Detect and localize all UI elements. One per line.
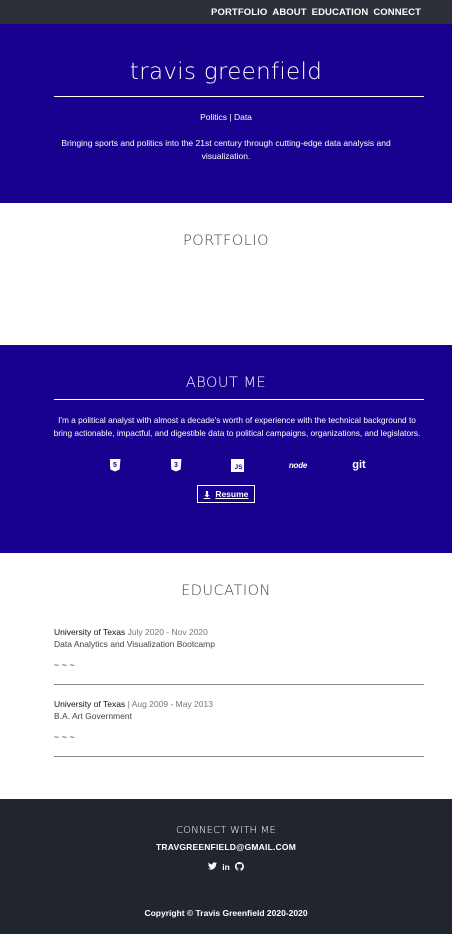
about-divider [54,399,424,400]
education-item: University of Texas | Aug 2009 - May 201… [54,698,424,757]
linkedin-icon[interactable]: in [222,862,230,873]
resume-download-button[interactable]: ⬇ Resume [196,485,256,503]
javascript-icon: JS [230,458,244,472]
skill-css: 3 [146,457,207,473]
education-squiggle: ~ ~ ~ [54,732,75,742]
twitter-icon[interactable] [208,862,218,873]
education-heading: University of Texas | Aug 2009 - May 201… [54,698,424,710]
about-section: ABOUT ME I'm a political analyst with al… [0,345,452,553]
education-item: University of Texas July 2020 - Nov 2020… [54,626,424,685]
github-icon[interactable] [234,862,244,873]
social-links: in [0,862,452,873]
education-degree: B.A. Art Government [54,711,132,721]
nav-link-portfolio[interactable]: PORTFOLIO [211,7,267,18]
education-heading: University of Texas July 2020 - Nov 2020 [54,626,424,638]
education-school: University of Texas [54,627,126,637]
education-squiggle: ~ ~ ~ [54,660,75,670]
footer: CONNECT WITH ME TRAVGREENFIELD@GMAIL.COM… [0,799,452,934]
hero-section: travis greenfield Politics | Data Bringi… [0,24,452,203]
education-dates: July 2020 - Nov 2020 [127,627,208,637]
skill-node: node [268,457,329,473]
html5-icon: 5 [109,458,121,472]
hero-tagline: Bringing sports and politics into the 21… [61,138,391,161]
education-degree: Data Analytics and Visualization Bootcam… [54,639,215,649]
connect-title: CONNECT WITH ME [176,825,276,836]
hero-divider [54,96,424,97]
skills-row: 5 3 JS node git [0,457,452,473]
download-icon: ⬇ [203,489,211,499]
nodejs-icon: node [288,460,308,470]
education-list: University of Texas July 2020 - Nov 2020… [54,626,424,757]
education-section: EDUCATION University of Texas July 2020 … [0,553,452,799]
nav-link-education[interactable]: EDUCATION [312,7,369,18]
about-title: ABOUT ME [185,375,267,391]
top-nav: PORTFOLIO ABOUT EDUCATION CONNECT [0,0,452,24]
nav-link-about[interactable]: ABOUT [272,7,306,18]
hero-name: travis greenfield [129,59,323,85]
email-link[interactable]: TRAVGREENFIELD@GMAIL.COM [0,842,452,852]
copyright-text: Copyright © Travis Greenfield 2020-2020 [144,908,308,918]
education-school: University of Texas [54,699,126,709]
education-dates: Aug 2009 - May 2013 [131,699,213,709]
education-title: EDUCATION [181,583,271,599]
portfolio-section: PORTFOLIO [0,203,452,345]
nav-link-connect[interactable]: CONNECT [373,7,421,18]
about-bio: I'm a political analyst with almost a de… [53,415,421,438]
git-icon: git [352,459,366,471]
css3-icon: 3 [170,458,182,472]
education-separator: | [127,699,130,709]
skill-js: JS [207,457,268,473]
skill-git: git [329,457,390,473]
resume-button-label: Resume [215,489,249,499]
hero-tags: Politics | Data [200,112,252,122]
portfolio-title: PORTFOLIO [182,233,270,249]
skill-html: 5 [85,457,146,473]
